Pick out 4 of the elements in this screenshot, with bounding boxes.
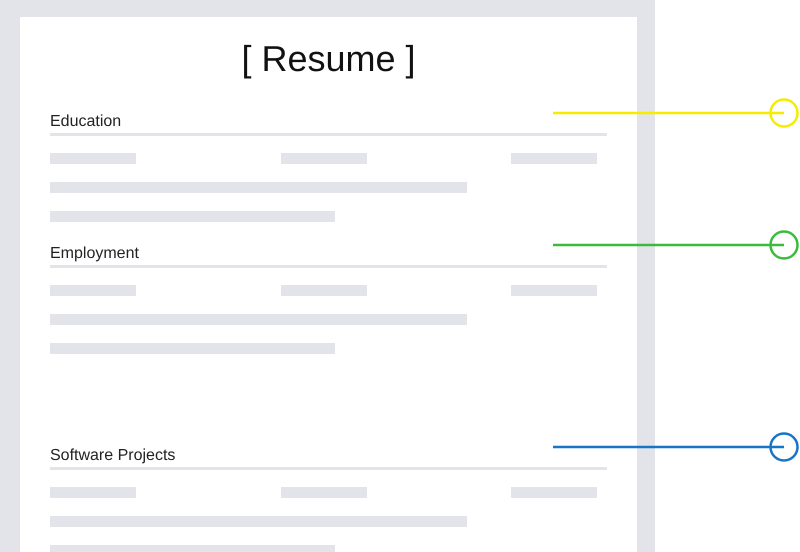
section-heading: Software Projects [50,446,176,466]
resume-title: [ Resume ] [241,37,416,81]
section-heading: Employment [50,244,139,264]
section-heading: Education [50,112,122,132]
